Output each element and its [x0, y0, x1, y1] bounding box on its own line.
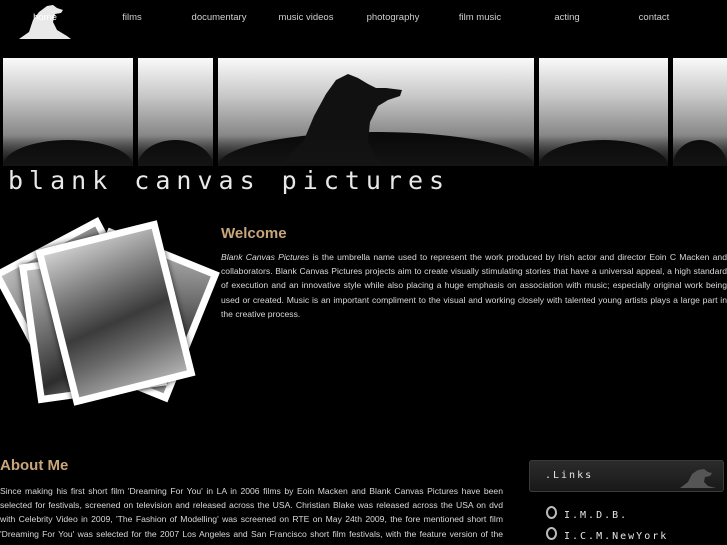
nav-films[interactable]: films: [87, 12, 177, 23]
about-heading: About Me: [0, 457, 69, 474]
nav-documentary[interactable]: documentary: [174, 12, 264, 23]
company-name: Blank Canvas Pictures: [221, 252, 310, 262]
welcome-text: is the umbrella name used to represent t…: [221, 252, 727, 319]
nav-music-videos[interactable]: music videos: [261, 12, 351, 23]
welcome-paragraph: Blank Canvas Pictures is the umbrella na…: [221, 250, 727, 321]
dog-logo-small-icon: [680, 469, 716, 488]
banner-frame: [673, 58, 727, 166]
dog-silhouette-icon: [278, 74, 402, 166]
site-brand-title: blank canvas pictures: [8, 166, 451, 195]
welcome-heading: Welcome: [221, 225, 287, 242]
banner-frame: [138, 58, 213, 166]
banner-frame-main: [218, 58, 534, 166]
nav-film-music[interactable]: film music: [435, 12, 525, 23]
nav-home[interactable]: home: [0, 12, 90, 23]
link-icm-label: I.C.M.NewYork: [564, 531, 669, 542]
ring-bullet-icon: [546, 527, 557, 540]
header-banner: blank canvas pictures: [0, 58, 727, 198]
about-paragraph: Since making his first short film 'Dream…: [0, 486, 503, 545]
banner-frame: [539, 58, 668, 166]
ring-bullet-icon: [546, 506, 557, 519]
link-imdb-label: I.M.D.B.: [564, 510, 629, 521]
links-panel-header: .Links: [529, 460, 724, 492]
photo-stack: [0, 215, 220, 415]
link-imdb[interactable]: I.M.D.B.: [546, 506, 628, 521]
link-icm-newyork[interactable]: I.C.M.NewYork: [546, 527, 668, 542]
top-nav: home films documentary music videos phot…: [0, 0, 727, 42]
nav-photography[interactable]: photography: [348, 12, 438, 23]
nav-contact[interactable]: contact: [609, 12, 699, 23]
nav-acting[interactable]: acting: [522, 12, 612, 23]
banner-frame: [3, 58, 133, 166]
links-heading: .Links: [545, 470, 594, 481]
